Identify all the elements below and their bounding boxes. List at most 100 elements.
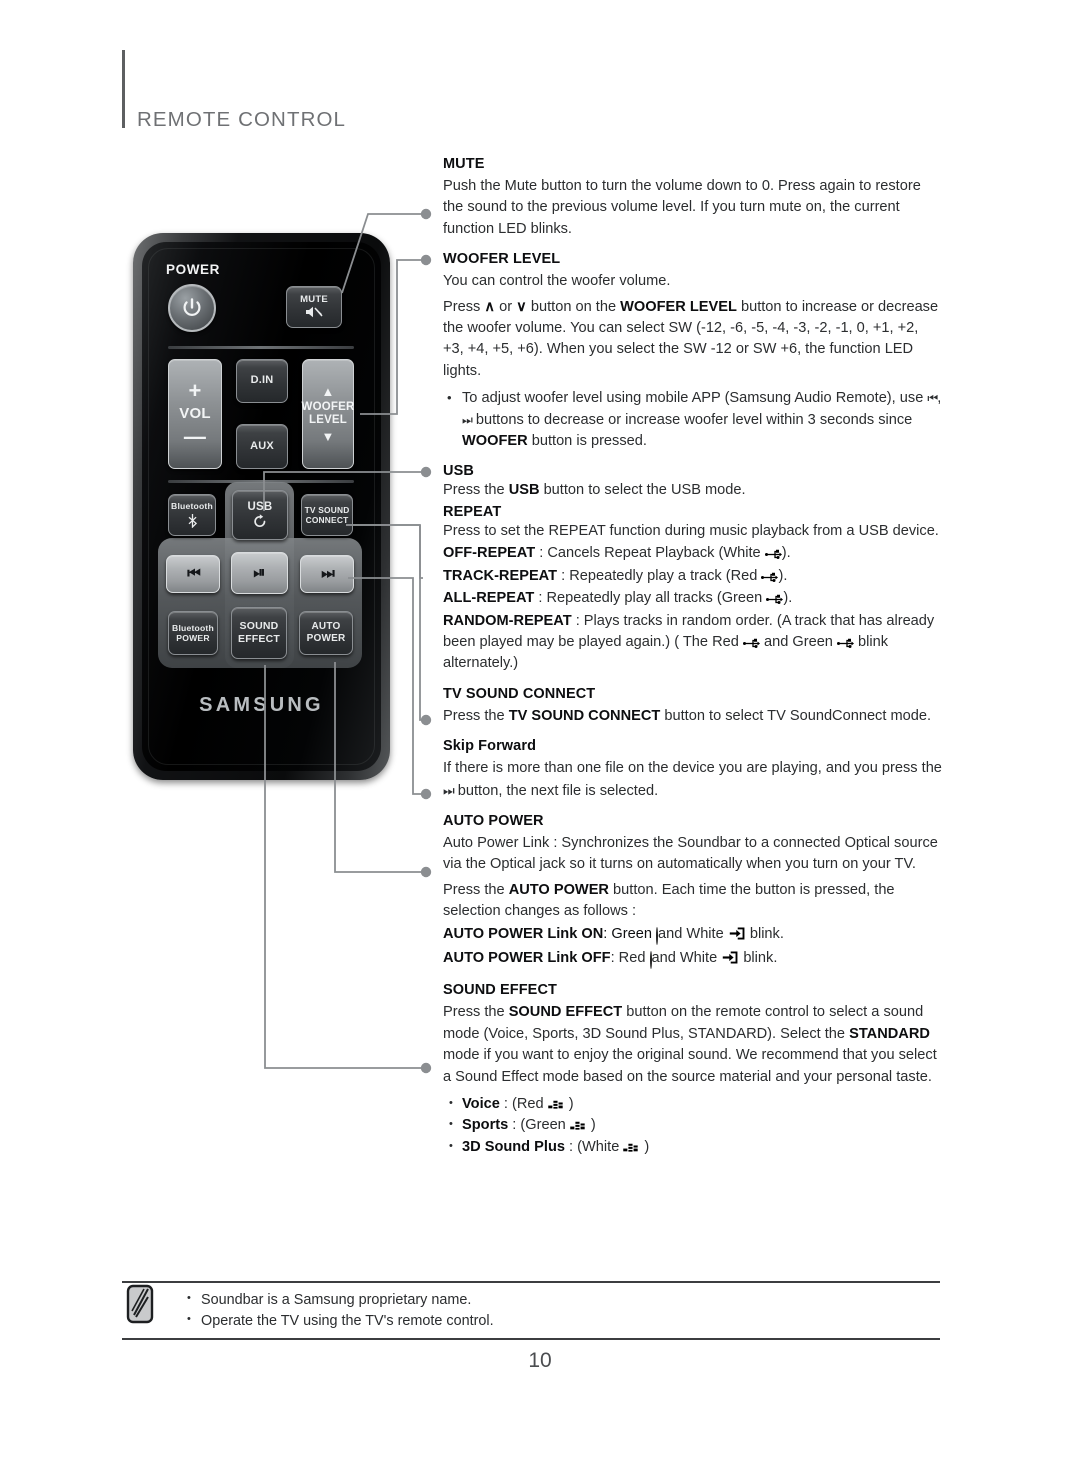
skip-forward-icon: ⏭ — [321, 565, 334, 583]
mode-tail-sports: ) — [586, 1117, 596, 1134]
samsung-logo: SAMSUNG — [199, 694, 324, 716]
power-label: POWER — [166, 262, 221, 277]
sound-effect-mode-item: 3D Sound Plus : (White ) — [443, 1136, 943, 1158]
link-off-white: and White — [651, 949, 722, 966]
note-top-rule — [122, 1281, 940, 1283]
woofer-bold-inline: WOOFER — [462, 433, 528, 450]
track-repeat-tail: ). — [778, 567, 788, 584]
mode-color-voice: : (Red — [499, 1096, 548, 1112]
page-number: 10 — [528, 1349, 552, 1372]
section-heading-auto-power: AUTO POWER — [443, 812, 544, 829]
remote-button-auto-power[interactable]: AUTO POWER — [299, 611, 353, 655]
remote-button-woofer-level[interactable]: ▲ WOOFER LEVEL ▼ — [302, 359, 354, 469]
page-title: REMOTE CONTROL — [137, 108, 347, 131]
skip-forward-text-a: If there is more than one file on the de… — [443, 760, 942, 777]
off-repeat-text: : Cancels Repeat Playback (White — [535, 545, 765, 562]
section-heading-sound-effect: SOUND EFFECT — [443, 982, 557, 999]
mode-tail-voice: ) — [564, 1096, 574, 1112]
link-on-term: AUTO POWER Link ON — [443, 925, 604, 942]
auto-power-link-on: AUTO POWER Link ON: Green and White blin… — [443, 924, 943, 947]
link-on-blink: blink. — [745, 925, 784, 942]
off-repeat-term: OFF-REPEAT — [443, 545, 536, 562]
optical-in-icon — [723, 951, 738, 964]
link-off-blink: blink. — [739, 949, 778, 966]
callout-dot-sound-effect — [420, 1062, 432, 1074]
note-item: Soundbar is a Samsung proprietary name. — [182, 1288, 882, 1311]
remote-button-usb-label: USB — [247, 500, 273, 513]
mode-name-voice: Voice — [462, 1096, 500, 1112]
all-repeat-term: ALL-REPEAT — [443, 590, 535, 607]
usb-icon — [766, 594, 784, 605]
section-body-repeat-intro: Press to set the REPEAT function during … — [443, 522, 939, 539]
remote-button-din[interactable]: D.IN — [236, 359, 288, 403]
usb-bold: USB — [508, 482, 540, 499]
woofer-bullet-item: To adjust woofer level using mobile APP … — [443, 387, 943, 452]
remote-button-aux[interactable]: AUX — [236, 424, 288, 469]
track-repeat-term: TRACK-REPEAT — [443, 567, 558, 584]
skip-forward-text-b: button, the next file is selected. — [453, 782, 659, 799]
skip-back-inline-icon: ⏮ — [927, 391, 938, 406]
usb-press-text: Press the — [443, 482, 509, 499]
equalizer-icon — [570, 1122, 585, 1131]
random-repeat-text-b: and Green — [759, 633, 837, 650]
usb-icon — [761, 572, 779, 582]
remote-button-bluetooth[interactable]: Bluetooth — [168, 494, 216, 536]
skip-forward-inline-icon: ⏭ — [462, 412, 473, 427]
repeat-icon — [254, 514, 266, 528]
sound-effect-mode-item: Voice : (Red ) — [443, 1093, 943, 1115]
callout-dot-auto-power — [420, 866, 432, 878]
callout-dot-usb — [420, 466, 432, 478]
remote-button-aux-label: AUX — [250, 439, 274, 452]
sfx-bold-standard: STANDARD — [849, 1025, 930, 1042]
repeat-item-off: OFF-REPEAT : Cancels Repeat Playback (Wh… — [443, 543, 943, 564]
remote-divider-mid — [168, 480, 354, 483]
remote-button-play-pause[interactable]: ⏯ — [231, 552, 288, 594]
section-body-tv-sound-connect: Press the TV SOUND CONNECT button to sel… — [443, 706, 943, 727]
mode-name-sports: Sports — [462, 1117, 509, 1134]
dpad-plate-vertical — [225, 482, 294, 668]
section-body-auto-power-2: Press the AUTO POWER button. Each time t… — [443, 880, 943, 923]
link-off-term: AUTO POWER Link OFF — [443, 949, 611, 966]
remote-button-skip-back[interactable]: ⏮ — [166, 555, 220, 593]
remote-button-volume[interactable]: + VOL — — [168, 359, 222, 469]
remote-button-sound-effect[interactable]: SOUND EFFECT — [231, 607, 287, 659]
autopower-bold: AUTO POWER — [508, 881, 609, 898]
mode-tail-3d: ) — [640, 1138, 650, 1155]
remote-button-tvsc-label: TV SOUND CONNECT — [304, 504, 350, 525]
chevron-down-icon: ▼ — [321, 429, 335, 445]
usb-icon — [836, 638, 854, 648]
remote-button-autopower-label: AUTO POWER — [306, 621, 346, 644]
remote-button-bluetooth-label: Bluetooth — [171, 500, 213, 511]
sound-effect-mode-item: Sports : (Green ) — [443, 1114, 943, 1136]
callout-dot-mute — [420, 208, 432, 220]
mode-color-3d: : (White — [564, 1138, 624, 1155]
woofer-or-text: or — [495, 298, 517, 315]
remote-button-bluetooth-power[interactable]: Bluetooth POWER — [168, 611, 218, 655]
power-icon — [183, 298, 201, 316]
auto-power-link-off: AUTO POWER Link OFF: Red and White blink… — [443, 948, 943, 971]
volume-plus-icon: + — [188, 378, 202, 404]
section-heading-mute: MUTE — [443, 156, 485, 172]
remote-body: POWER MUTE + VOL — D.IN AUX ▲ WOOFER LEV… — [133, 233, 390, 780]
woofer-button-text: button on the — [526, 298, 621, 315]
content-column: MUTE Push the Mute button to turn the vo… — [443, 156, 943, 1158]
play-pause-icon: ⏯ — [253, 564, 266, 582]
woofer-press-text: Press — [443, 298, 485, 315]
remote-button-mute[interactable]: MUTE — [286, 286, 342, 328]
remote-button-btpower-label: Bluetooth POWER — [172, 622, 214, 643]
remote-button-tv-sound-connect[interactable]: TV SOUND CONNECT — [301, 494, 353, 536]
remote-button-usb[interactable]: USB — [232, 490, 288, 540]
woofer-bullet-text-a: To adjust woofer level using mobile APP … — [462, 390, 928, 407]
remote-control-illustration: POWER MUTE + VOL — D.IN AUX ▲ WOOFER LEV… — [133, 233, 403, 783]
mode-color-sports: : (Green — [508, 1117, 570, 1134]
chevron-up-icon: ▲ — [321, 383, 335, 399]
tvsc-bold: TV SOUND CONNECT — [508, 707, 661, 724]
section-heading-repeat: REPEAT — [443, 503, 502, 520]
remote-button-power[interactable] — [168, 284, 216, 332]
section-heading-usb: USB — [443, 463, 474, 480]
dpad-plate-horizontal — [158, 538, 362, 668]
repeat-item-random: RANDOM-REPEAT : Plays tracks in random o… — [443, 611, 943, 675]
remote-button-skip-forward[interactable]: ⏭ — [300, 555, 354, 593]
note-bottom-rule — [122, 1338, 940, 1340]
woofer-bullet-text-c: button is pressed. — [527, 433, 647, 450]
